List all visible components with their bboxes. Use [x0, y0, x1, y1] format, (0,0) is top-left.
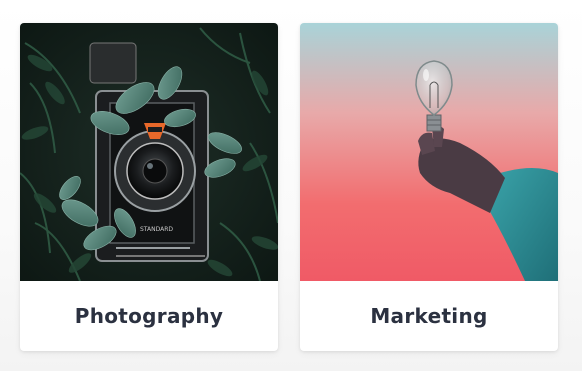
card-title-photography[interactable]: Photography: [20, 281, 278, 351]
marketing-image[interactable]: [300, 23, 558, 281]
svg-text:STANDARD: STANDARD: [140, 226, 173, 233]
photography-image[interactable]: STANDARD: [20, 23, 278, 281]
camera-leaves-picture: STANDARD: [20, 23, 278, 281]
category-card-photography[interactable]: STANDARD Photography: [20, 23, 278, 351]
hand-lightbulb-picture: [300, 23, 558, 281]
card-title-marketing[interactable]: Marketing: [300, 281, 558, 351]
category-card-marketing[interactable]: Marketing: [300, 23, 558, 351]
